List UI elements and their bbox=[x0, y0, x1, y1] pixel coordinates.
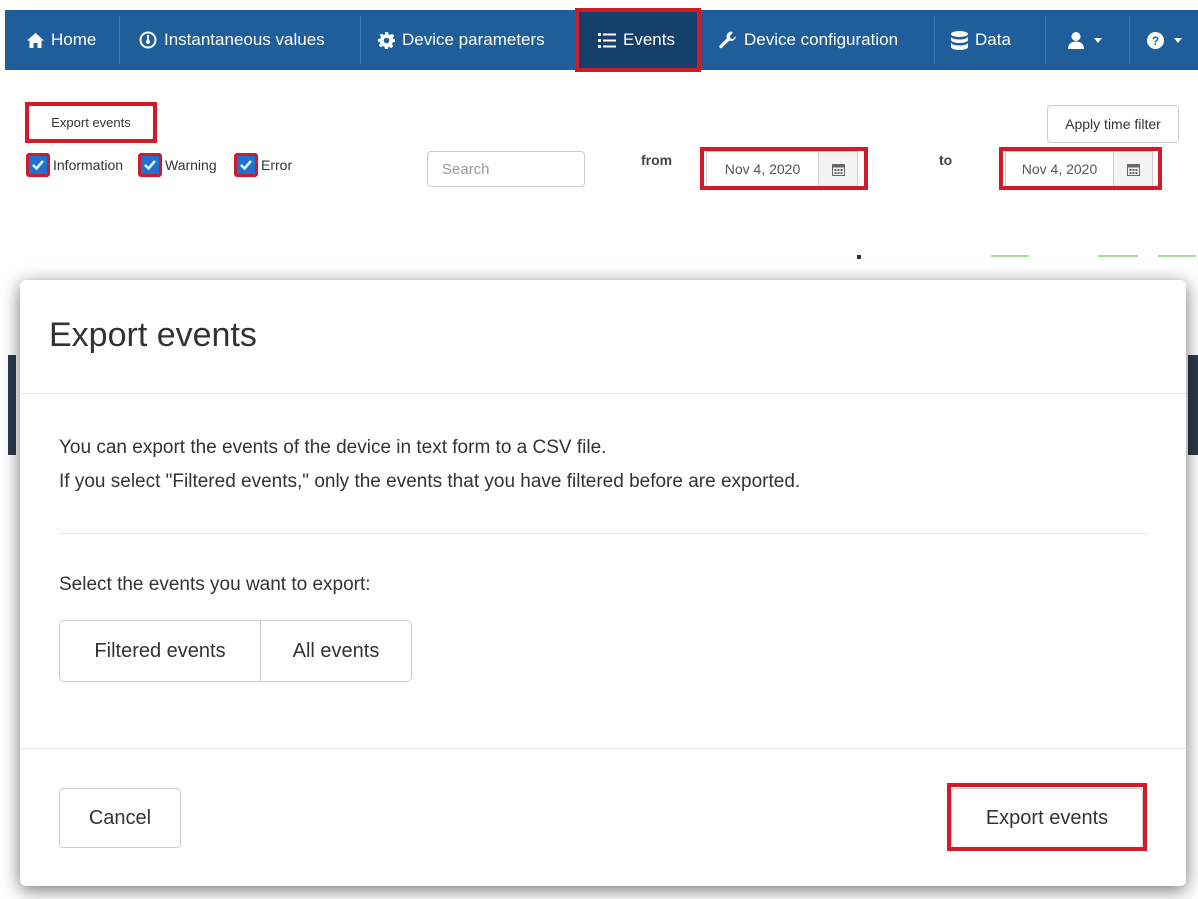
cancel-button[interactable]: Cancel bbox=[59, 788, 181, 848]
database-icon bbox=[951, 30, 968, 50]
export-events-button[interactable]: Export events bbox=[28, 105, 154, 140]
nav-home[interactable]: Home bbox=[27, 10, 96, 70]
check-icon bbox=[32, 160, 44, 170]
to-date-picker[interactable]: Nov 4, 2020 bbox=[1005, 151, 1153, 187]
to-label: to bbox=[939, 152, 953, 168]
nav-device-configuration[interactable]: Device configuration bbox=[719, 10, 898, 70]
check-icon bbox=[240, 160, 252, 170]
nav-events[interactable]: Events bbox=[578, 10, 700, 70]
apply-time-filter-label: Apply time filter bbox=[1065, 116, 1161, 132]
nav-data-label: Data bbox=[975, 30, 1011, 49]
dialog-header-divider bbox=[20, 393, 1186, 394]
background-line bbox=[991, 255, 1029, 257]
nav-device-parameters-label: Device parameters bbox=[402, 30, 545, 49]
help-menu[interactable]: ? bbox=[1147, 10, 1182, 70]
nav-data[interactable]: Data bbox=[951, 10, 1011, 70]
information-checkbox[interactable]: Information bbox=[26, 153, 123, 177]
nav-device-parameters[interactable]: Device parameters bbox=[378, 10, 545, 70]
export-events-confirm-button[interactable]: Export events bbox=[951, 788, 1143, 848]
chevron-down-icon bbox=[1094, 37, 1102, 43]
gear-icon bbox=[378, 31, 395, 49]
export-scope-toggle: Filtered events All events bbox=[59, 620, 412, 682]
calendar-icon bbox=[831, 163, 845, 176]
nav-divider bbox=[119, 16, 120, 64]
check-icon bbox=[144, 160, 156, 170]
from-calendar-button[interactable] bbox=[818, 152, 857, 186]
all-events-option[interactable]: All events bbox=[261, 621, 411, 681]
filtered-events-option[interactable]: Filtered events bbox=[60, 621, 261, 681]
checkbox-checked[interactable] bbox=[138, 153, 162, 177]
nav-instantaneous-values[interactable]: Instantaneous values bbox=[139, 10, 325, 70]
nav-events-label: Events bbox=[623, 30, 675, 49]
nav-instantaneous-values-label: Instantaneous values bbox=[164, 30, 325, 49]
information-label: Information bbox=[53, 157, 124, 173]
select-events-prompt: Select the events you want to export: bbox=[59, 574, 371, 595]
svg-text:?: ? bbox=[1152, 34, 1159, 48]
nav-home-label: Home bbox=[51, 30, 97, 49]
home-icon bbox=[27, 32, 44, 48]
nav-divider bbox=[1045, 16, 1046, 64]
from-date-value: Nov 4, 2020 bbox=[724, 161, 801, 177]
dialog-section-divider bbox=[59, 533, 1147, 534]
background-panel-edge bbox=[8, 355, 16, 455]
export-events-dialog: Export events You can export the events … bbox=[20, 280, 1186, 886]
dialog-footer-divider bbox=[20, 748, 1186, 749]
background-mark bbox=[857, 255, 861, 259]
list-icon bbox=[598, 32, 616, 48]
user-menu[interactable] bbox=[1068, 10, 1102, 70]
user-icon bbox=[1068, 31, 1084, 49]
nav-divider bbox=[360, 16, 361, 64]
from-label: from bbox=[641, 152, 673, 168]
error-label: Error bbox=[261, 157, 293, 173]
warning-checkbox[interactable]: Warning bbox=[138, 153, 217, 177]
export-events-confirm-label: Export events bbox=[985, 806, 1109, 829]
warning-label: Warning bbox=[165, 157, 217, 173]
checkbox-checked[interactable] bbox=[234, 153, 258, 177]
dialog-title: Export events bbox=[49, 316, 257, 354]
background-line bbox=[1158, 255, 1196, 257]
nav-device-configuration-label: Device configuration bbox=[744, 30, 899, 49]
to-calendar-button[interactable] bbox=[1113, 152, 1152, 186]
wrench-icon bbox=[719, 31, 736, 49]
nav-divider bbox=[934, 16, 935, 64]
background-panel-edge bbox=[1188, 355, 1198, 455]
checkbox-checked[interactable] bbox=[26, 153, 50, 177]
gauge-icon bbox=[139, 31, 157, 49]
apply-time-filter-button[interactable]: Apply time filter bbox=[1047, 105, 1179, 143]
help-icon: ? bbox=[1147, 31, 1164, 49]
top-navbar: Home Instantaneous values Device paramet… bbox=[5, 10, 1198, 70]
dialog-description-line-1: You can export the events of the device … bbox=[59, 437, 607, 458]
from-date-picker[interactable]: Nov 4, 2020 bbox=[706, 151, 858, 187]
cancel-label: Cancel bbox=[88, 806, 152, 829]
export-events-label: Export events bbox=[51, 115, 131, 130]
background-line bbox=[1098, 255, 1138, 257]
chevron-down-icon bbox=[1174, 37, 1182, 43]
error-checkbox[interactable]: Error bbox=[234, 153, 292, 177]
dialog-description-line-2: If you select "Filtered events," only th… bbox=[59, 471, 801, 492]
search-input[interactable] bbox=[427, 151, 585, 187]
to-date-value: Nov 4, 2020 bbox=[1021, 161, 1098, 177]
calendar-icon bbox=[1126, 163, 1140, 176]
nav-divider bbox=[1129, 16, 1130, 64]
